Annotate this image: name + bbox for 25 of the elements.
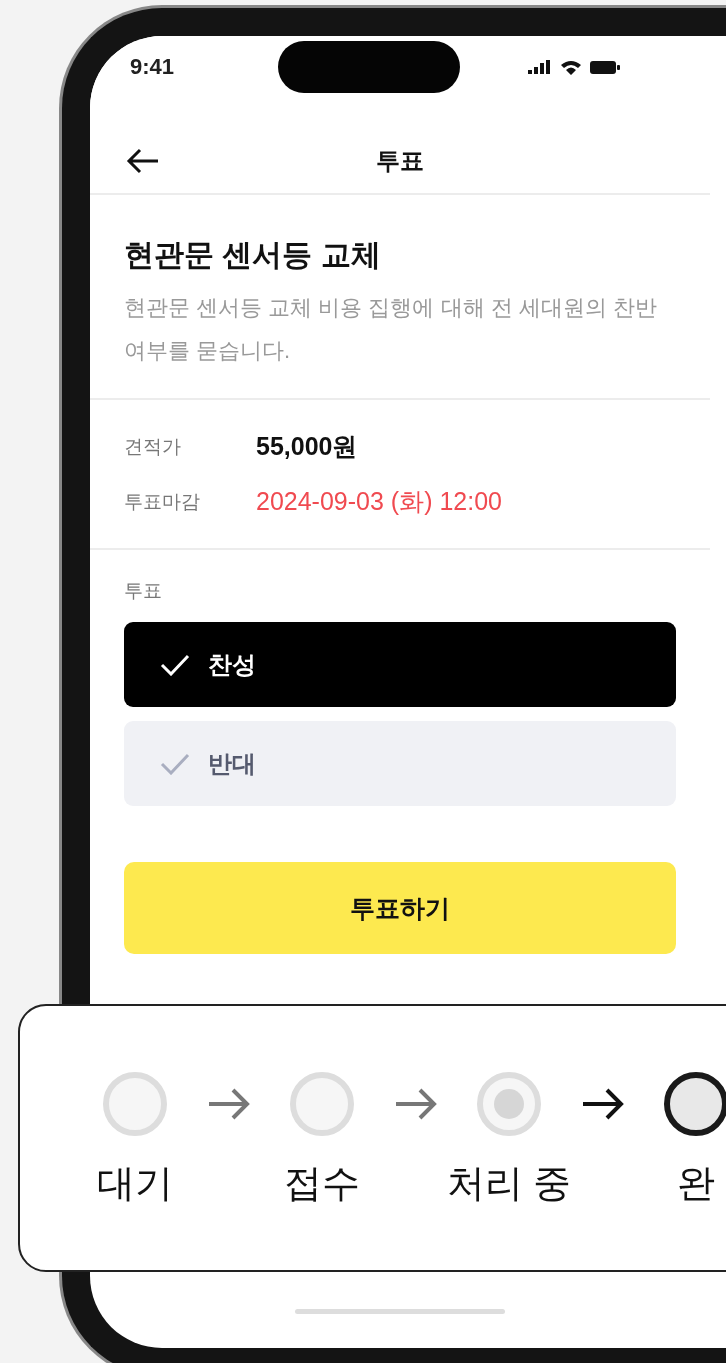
step-label: 처리 중 (446, 1161, 572, 1206)
battery-icon (590, 60, 620, 74)
proposal-title: 현관문 센서등 교체 (124, 237, 382, 273)
vote-option[interactable]: 반대 (124, 721, 676, 806)
check-icon (160, 653, 190, 676)
vote-option[interactable]: 찬성 (124, 622, 676, 707)
arrow-icon (206, 1087, 251, 1121)
proposal-description: 현관문 센서등 교체 비용 집행에 대해 전 세대원의 찬반여부를 묻습니다. (124, 294, 658, 365)
status-time: 9:41 (130, 54, 176, 80)
step-label: 완 (677, 1161, 715, 1206)
page-title: 투표 (375, 145, 425, 176)
detail-label: 투표마감 (124, 489, 201, 514)
submit-button[interactable]: 투표하기 (124, 862, 676, 954)
arrow-icon (393, 1087, 438, 1121)
detail-value: 2024-09-03 (화) 12:00 (256, 486, 502, 517)
detail-label: 견적가 (124, 434, 182, 459)
back-arrow-icon[interactable] (126, 147, 160, 174)
check-icon (160, 752, 190, 775)
step-label: 접수 (284, 1161, 360, 1206)
detail-value: 55,000원 (256, 431, 358, 462)
section-label: 투표 (124, 579, 163, 603)
step-label: 대기 (97, 1161, 173, 1206)
signal-icon (528, 60, 552, 74)
arrow-icon (580, 1087, 625, 1121)
wifi-icon (560, 59, 582, 75)
